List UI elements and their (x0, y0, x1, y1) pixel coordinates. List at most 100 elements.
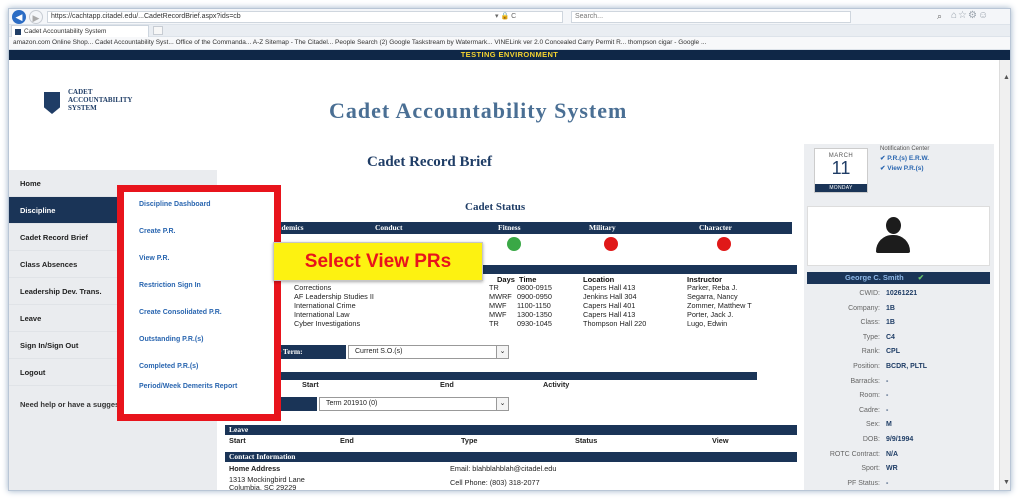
field-label: PF Status: (847, 479, 880, 487)
leave-col-type: Type (461, 436, 478, 445)
field-label: Type: (862, 333, 880, 341)
field-label: Class: (860, 319, 880, 327)
cadet-field-row: Class: 1B (804, 316, 994, 330)
cadet-field-row: Sport: WR (804, 462, 994, 476)
chevron-down-icon[interactable]: ⌄ (496, 398, 508, 410)
page-scrollbar[interactable]: ▲ ▼ (999, 60, 1010, 490)
cadet-field-row: Company: 1B (804, 302, 994, 316)
so-col-end: End (440, 380, 454, 389)
instruction-callout: Select View PRs (273, 242, 483, 281)
so-col-start: Start (302, 380, 319, 389)
cadet-status-title: Cadet Status (465, 201, 526, 213)
cadet-field-row: CWID: 10261221 (804, 287, 994, 301)
shield-icon (44, 92, 60, 114)
field-label: Cadre: (858, 406, 880, 414)
app-title: Cadet Accountability System (329, 98, 628, 123)
notif-link-pr-erw[interactable]: ✔ P.R.(s) E.R.W. (880, 154, 929, 162)
menu-item-create-pr[interactable]: Create P.R. (124, 219, 274, 246)
status-col-military: Military (589, 223, 616, 232)
cadet-photo (807, 206, 990, 266)
notification-center: Notification Center ✔ P.R.(s) E.R.W. ✔ V… (880, 146, 929, 172)
status-col-fitness: Fitness (498, 223, 521, 232)
cadet-field-row: PF Status: - (804, 477, 994, 490)
cell-phone-value: Cell Phone: (803) 318-2077 (450, 478, 540, 487)
address-line2: Columbia, SC 29229 (229, 483, 297, 491)
field-label: CWID: (859, 290, 880, 297)
field-value: N/A (886, 450, 899, 458)
status-col-character: Character (699, 223, 732, 232)
search-field[interactable]: Search... (571, 11, 851, 23)
field-label: Company: (848, 304, 880, 312)
so-term-select[interactable]: Current S.O.(s) ⌄ (348, 345, 509, 359)
field-value: CPL (886, 348, 900, 356)
refresh-icon[interactable]: ▾ 🔒 C (495, 11, 516, 23)
new-tab-button[interactable] (153, 26, 163, 35)
field-value: WR (886, 465, 898, 473)
cadet-field-row: Room: - (804, 389, 994, 403)
so-term-label: r Term: (272, 345, 346, 359)
status-col-conduct: Conduct (375, 223, 403, 232)
favorites-bar[interactable]: amazon.com Online Shop... Cadet Accounta… (9, 37, 1010, 50)
forward-button[interactable]: ▶ (29, 10, 43, 24)
menu-item-create-consolidated-pr[interactable]: Create Consolidated P.R. (124, 300, 274, 327)
menu-item-period-week-demerits[interactable]: Period/Week Demerits Report (124, 381, 274, 395)
discipline-submenu: Discipline Dashboard Create P.R. View P.… (117, 185, 281, 421)
toolbar-icons[interactable]: ⌂☆⚙☺ (951, 10, 989, 21)
browser-window: ◀ ▶ https://cachtapp.citadel.edu/...Cade… (8, 8, 1011, 491)
cadet-field-row: Type: C4 (804, 331, 994, 345)
leave-term-value: Term 201910 (0) (326, 400, 378, 407)
field-label: Sex: (865, 421, 880, 429)
tab-cadet-accountability[interactable]: Cadet Accountability System (11, 25, 149, 37)
search-icon[interactable]: ⌕ (937, 11, 942, 22)
calendar-widget: MARCH 11 MONDAY (814, 148, 868, 193)
menu-item-outstanding-pr[interactable]: Outstanding P.R.(s) (124, 327, 274, 354)
url-field[interactable]: https://cachtapp.citadel.edu/...CadetRec… (47, 11, 563, 23)
field-value: C4 (886, 333, 895, 341)
tab-strip: Cadet Accountability System (9, 25, 1010, 37)
field-value: BCDR, PLTL (886, 363, 928, 370)
character-status-indicator (717, 237, 731, 251)
so-col-activity: Activity (543, 380, 570, 389)
scroll-up-icon[interactable]: ▲ (1003, 74, 1010, 81)
menu-item-discipline-dashboard[interactable]: Discipline Dashboard (124, 192, 274, 219)
tab-title: Cadet Accountability System (24, 28, 107, 35)
cadet-field-row: DOB: 9/9/1994 (804, 433, 994, 447)
address-bar-row: ◀ ▶ https://cachtapp.citadel.edu/...Cade… (9, 9, 1010, 25)
cadet-name-bar: George C. Smith ✔ (807, 272, 990, 284)
leave-col-view: View (712, 436, 729, 445)
military-status-indicator (604, 237, 618, 251)
field-label: Position: (853, 363, 880, 370)
field-value: - (886, 406, 889, 414)
cadet-field-row: Rank: CPL (804, 345, 994, 359)
menu-item-restriction-sign-in[interactable]: Restriction Sign In (124, 273, 274, 300)
cadet-info-panel: MARCH 11 MONDAY Notification Center ✔ P.… (804, 144, 994, 490)
leave-term-select[interactable]: Term 201910 (0) ⌄ (319, 397, 509, 411)
person-icon (876, 217, 910, 255)
citadel-logo[interactable]: CADET ACCOUNTABILITY SYSTEM (36, 88, 136, 122)
menu-item-view-pr[interactable]: View P.R. (124, 246, 274, 273)
cadet-field-row: Position: BCDR, PLTL (804, 360, 994, 374)
col-days: Days (497, 275, 515, 284)
status-header-bar: Academics Conduct Fitness Military Chara… (217, 222, 792, 234)
menu-item-completed-pr[interactable]: Completed P.R.(s) (124, 354, 274, 381)
cadet-field-row: ROTC Contract: N/A (804, 448, 994, 462)
field-value: - (886, 479, 889, 487)
field-value: 9/9/1994 (886, 436, 914, 443)
field-label: Sport: (861, 465, 880, 473)
special-orders-bar (217, 372, 757, 380)
testing-environment-banner: TESTING ENVIRONMENT (9, 50, 1010, 60)
notif-link-view-pr[interactable]: ✔ View P.R.(s) (880, 164, 929, 172)
field-label: Rank: (861, 348, 880, 356)
scroll-down-icon[interactable]: ▼ (1003, 479, 1010, 486)
field-value: M (886, 421, 892, 429)
calendar-weekday: MONDAY (815, 184, 867, 192)
fitness-status-indicator (507, 237, 521, 251)
cadet-field-row: Barracks: - (804, 375, 994, 389)
leave-col-start: Start (229, 436, 246, 445)
field-label: ROTC Contract: (829, 450, 880, 458)
field-value: - (886, 377, 889, 385)
back-button[interactable]: ◀ (12, 10, 26, 24)
field-value: - (886, 392, 889, 400)
page-title: Cadet Record Brief (367, 154, 492, 170)
chevron-down-icon[interactable]: ⌄ (496, 346, 508, 358)
